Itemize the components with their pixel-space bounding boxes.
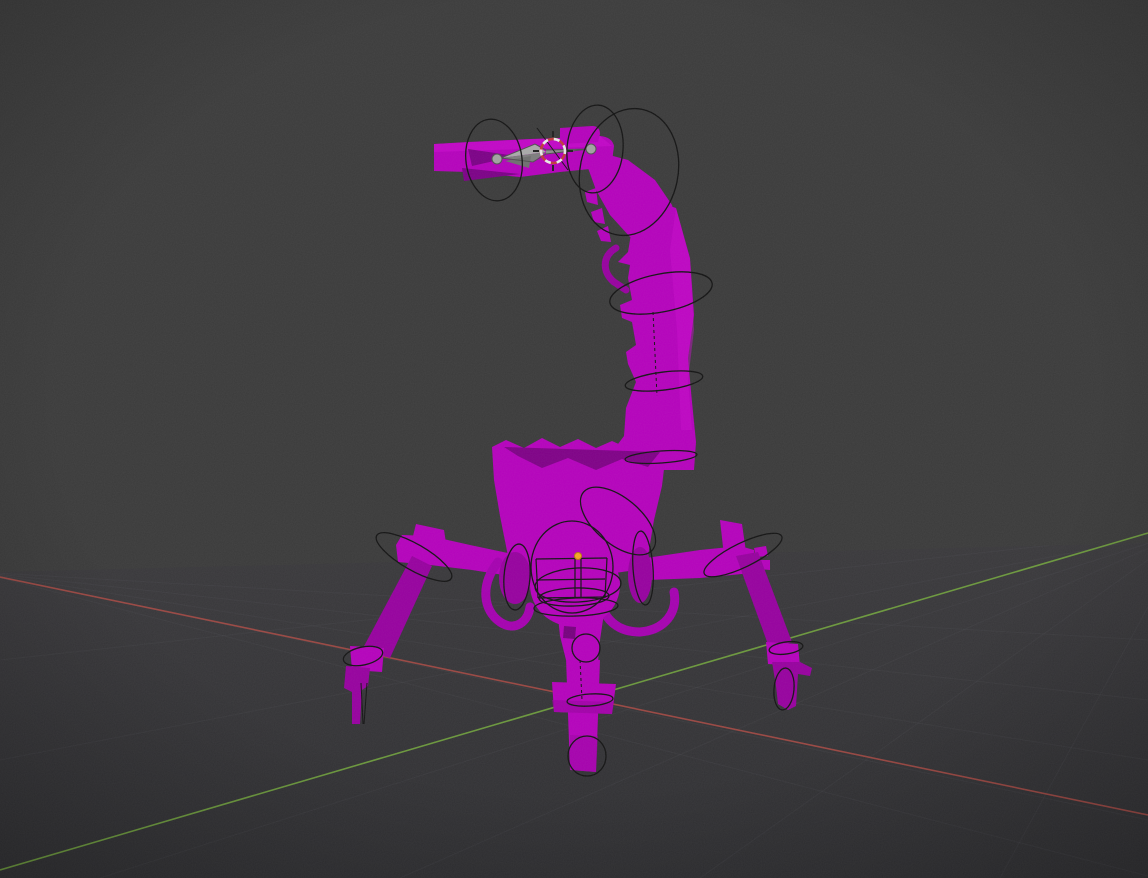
- vignette-overlay: [0, 0, 1148, 878]
- viewport-canvas[interactable]: [0, 0, 1148, 878]
- blender-3d-viewport[interactable]: [0, 0, 1148, 878]
